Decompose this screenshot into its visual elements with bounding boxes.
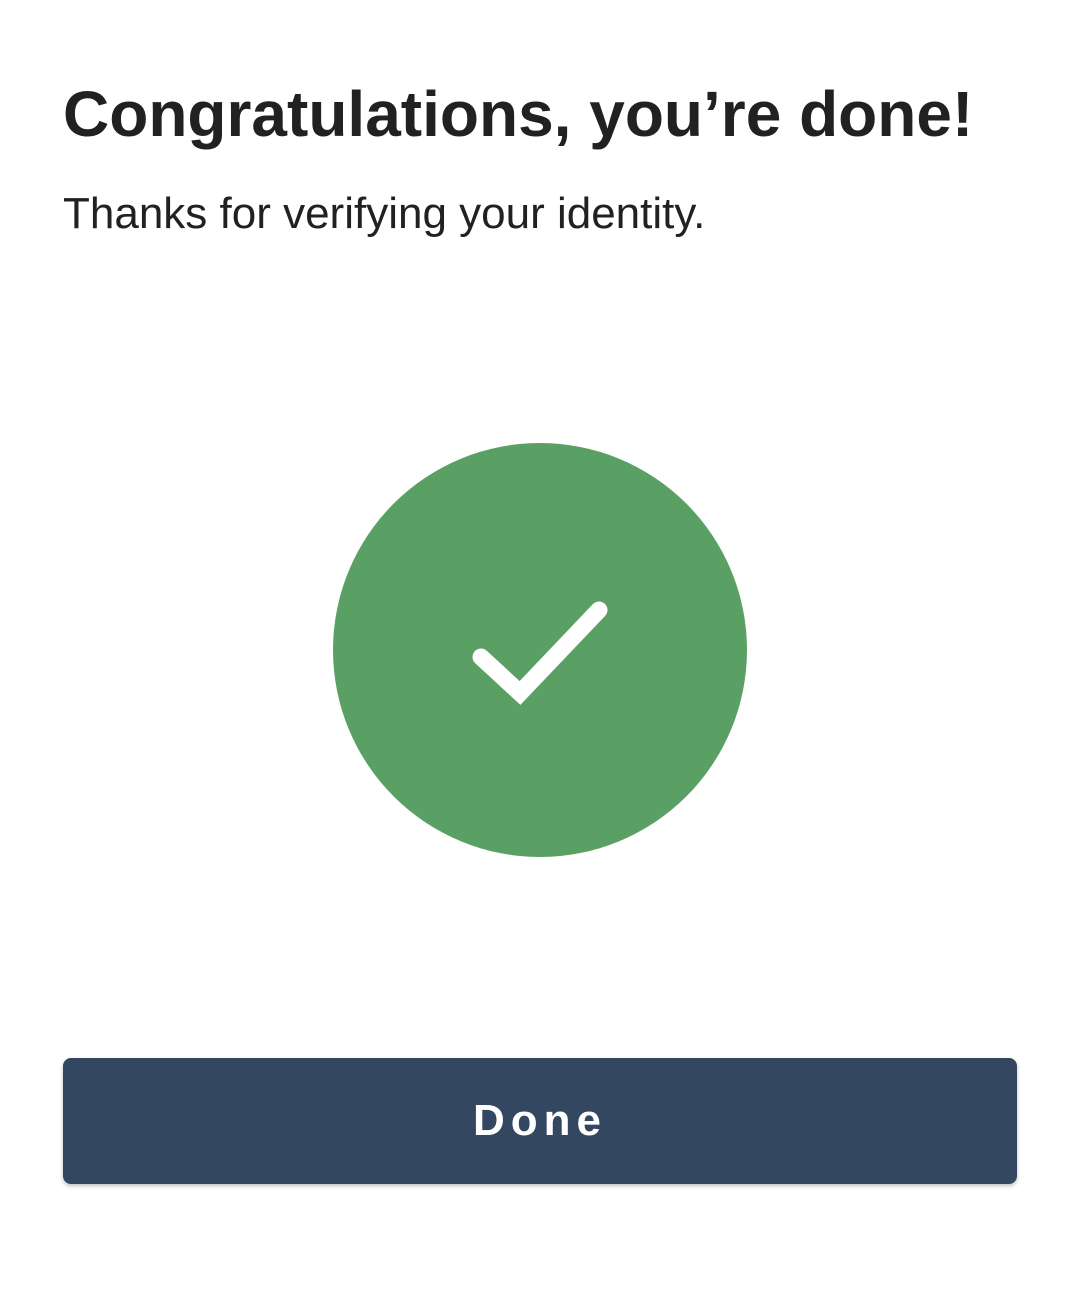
- page-subtitle: Thanks for verifying your identity.: [63, 189, 706, 238]
- checkmark-icon: [472, 601, 608, 705]
- page-title: Congratulations, you’re done!: [63, 78, 974, 150]
- success-badge: [333, 443, 747, 857]
- done-button[interactable]: Done: [63, 1058, 1017, 1184]
